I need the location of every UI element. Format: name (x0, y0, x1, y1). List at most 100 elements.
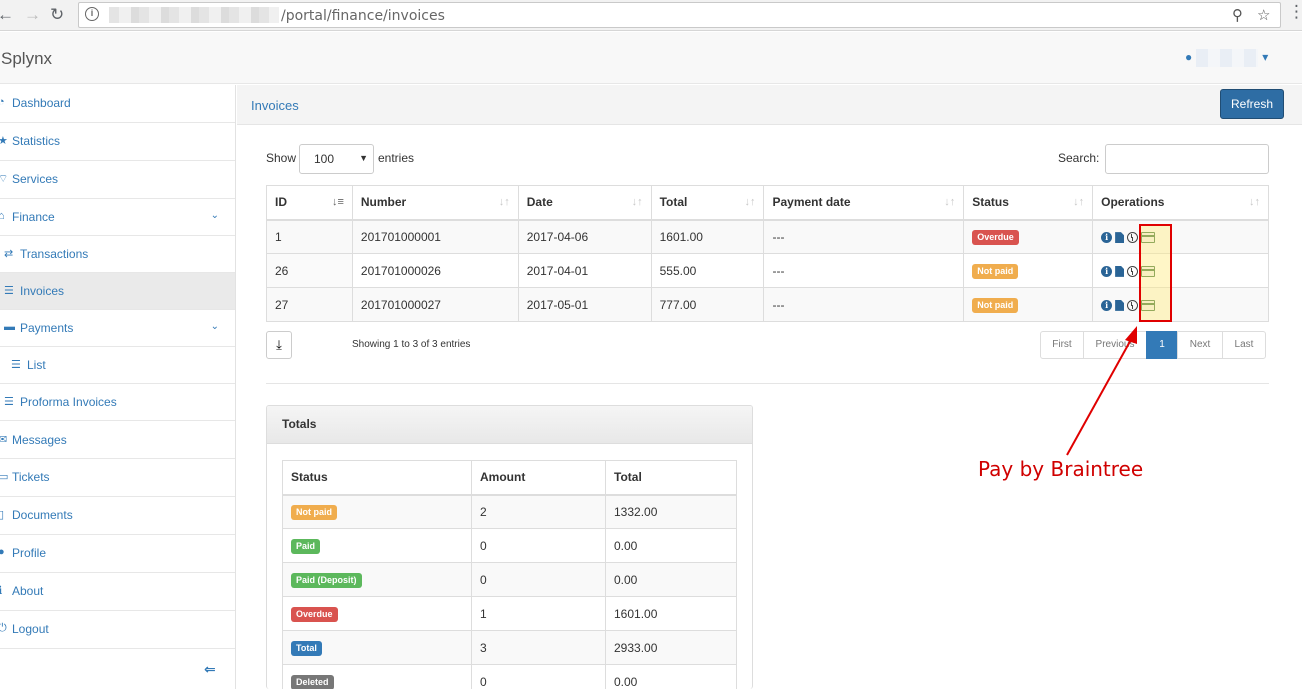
browser-menu-icon[interactable]: ⋮ (1288, 2, 1302, 22)
bank-icon: ⌂ (0, 210, 5, 222)
main-content: Invoices Refresh Show 100 ▼ entries Sear… (237, 85, 1302, 689)
totals-header-total: Total (605, 460, 737, 496)
sidebar-item-statistics[interactable]: ★ Statistics (0, 123, 235, 161)
envelope-icon: ✉ (0, 434, 8, 446)
column-header-operations[interactable]: Operations ↓↑ (1092, 185, 1269, 221)
forward-icon[interactable]: → (24, 5, 41, 25)
status-badge: Overdue (972, 229, 1019, 245)
sidebar-item-logout[interactable]: ⏻ Logout (0, 611, 235, 649)
pagination: First Previous 1 Next Last (1040, 331, 1266, 359)
column-header-date[interactable]: Date ↓↑ (517, 185, 652, 221)
pagination-first[interactable]: First (1040, 331, 1084, 359)
column-header-number[interactable]: Number ↓↑ (351, 185, 519, 221)
sidebar-item-transactions[interactable]: ⇄ Transactions (0, 236, 235, 273)
status-badge: Paid (291, 538, 321, 554)
column-header-status[interactable]: Status ↓↑ (963, 185, 1094, 221)
ticket-icon: ▭ (0, 471, 9, 483)
totals-title: Totals (267, 406, 752, 444)
reload-icon[interactable]: ↻ (50, 5, 64, 25)
back-icon[interactable]: ← (0, 5, 14, 25)
user-icon: ● (1185, 50, 1193, 65)
sidebar-item-finance[interactable]: ⌂ Finance ⌄ (0, 199, 235, 236)
sort-icon: ↓↑ (744, 196, 756, 208)
info-icon[interactable]: i (1101, 232, 1113, 244)
sidebar-item-services[interactable]: ⌔ Services (0, 161, 235, 199)
column-header-total[interactable]: Total ↓↑ (650, 185, 765, 221)
status-badge: Total (291, 640, 322, 656)
page-header: Invoices Refresh (237, 85, 1302, 125)
pagination-last[interactable]: Last (1222, 331, 1266, 359)
totals-panel: Totals Status Amount Total Not paid 2 13… (266, 405, 753, 689)
document-icon[interactable] (1115, 299, 1125, 311)
sidebar: ◔ Dashboard ★ Statistics ⌔ Services ⌂ Fi… (0, 85, 236, 689)
page-size-select[interactable]: 100 ▼ (299, 144, 374, 174)
table-row: 27 201701000027 2017-05-01 777.00 --- No… (266, 287, 1269, 322)
status-badge: Overdue (291, 606, 338, 622)
invoices-table: ID ↓≡ Number ↓↑ Date ↓↑ Total ↓↑ Payment dat… (266, 185, 1269, 322)
dashboard-icon: ◔ (0, 96, 5, 108)
bookmark-star-icon[interactable]: ☆ (1257, 6, 1270, 24)
refresh-button[interactable]: Refresh (1220, 89, 1284, 119)
sort-asc-icon: ↓≡ (331, 196, 344, 208)
sort-icon: ↓↑ (1073, 196, 1085, 208)
download-icon: ⤓ (276, 337, 282, 352)
exchange-icon: ⇄ (4, 248, 14, 260)
user-menu[interactable]: ● ▾ (1185, 49, 1268, 67)
document-icon[interactable] (1115, 265, 1125, 277)
sidebar-item-payments-list[interactable]: ☰ List (0, 347, 235, 384)
totals-table: Status Amount Total Not paid 2 1332.00 P… (282, 460, 737, 689)
annotation-highlight-box (1139, 224, 1172, 322)
sidebar-item-invoices[interactable]: ☰ Invoices (0, 273, 235, 310)
extension-icon[interactable]: ⚲ (1232, 6, 1243, 24)
status-badge: Not paid (291, 504, 337, 520)
info-icon[interactable]: i (1101, 299, 1113, 311)
sidebar-item-payments[interactable]: ▬ Payments ⌄ (0, 310, 235, 347)
sidebar-item-documents[interactable]: ▯ Documents (0, 497, 235, 535)
totals-header-amount: Amount (471, 460, 606, 496)
url-host-redacted (109, 7, 279, 23)
divider (266, 383, 1269, 384)
file-icon: ▯ (0, 509, 5, 521)
pagination-next[interactable]: Next (1177, 331, 1223, 359)
sort-icon: ↓↑ (498, 196, 510, 208)
sidebar-item-dashboard[interactable]: ◔ Dashboard (0, 85, 235, 123)
collapse-sidebar-icon[interactable]: ⇐ (204, 661, 216, 678)
sidebar-item-tickets[interactable]: ▭ Tickets (0, 459, 235, 497)
column-header-id[interactable]: ID ↓≡ (266, 185, 353, 221)
entries-label: entries (378, 151, 415, 165)
status-badge: Not paid (972, 263, 1019, 279)
history-icon[interactable] (1127, 232, 1139, 244)
info-icon: ℹ (0, 585, 3, 597)
app-header: Splynx ● ▾ (0, 32, 1302, 84)
info-icon[interactable]: i (1101, 265, 1113, 277)
caret-down-icon: ▼ (359, 153, 368, 163)
star-icon: ★ (0, 135, 8, 147)
table-row: Paid 0 0.00 (282, 528, 737, 563)
user-icon: ● (0, 546, 5, 558)
document-icon[interactable] (1115, 232, 1125, 244)
history-icon[interactable] (1127, 265, 1139, 277)
search-label: Search: (1058, 151, 1100, 165)
column-header-payment-date[interactable]: Payment date ↓↑ (763, 185, 965, 221)
search-input[interactable] (1105, 144, 1269, 174)
table-row: Overdue 1 1601.00 (282, 596, 737, 631)
sort-icon: ↓↑ (944, 196, 956, 208)
sidebar-item-about[interactable]: ℹ About (0, 573, 235, 611)
show-label: Show (266, 151, 297, 165)
chevron-down-icon: ⌄ (210, 210, 219, 221)
address-bar[interactable]: i /portal/finance/invoices ⚲ ☆ (78, 2, 1281, 28)
pagination-page-1[interactable]: 1 (1146, 331, 1178, 359)
page-title: Invoices (251, 98, 299, 113)
username-redacted (1196, 49, 1259, 67)
site-info-icon[interactable]: i (85, 7, 99, 21)
export-button[interactable]: ⤓ (266, 331, 292, 359)
wifi-icon: ⌔ (0, 173, 9, 185)
url-path: /portal/finance/invoices (281, 8, 445, 24)
pagination-previous[interactable]: Previous (1083, 331, 1147, 359)
status-badge: Paid (Deposit) (291, 572, 362, 588)
sidebar-item-messages[interactable]: ✉ Messages (0, 421, 235, 459)
history-icon[interactable] (1127, 299, 1139, 311)
sidebar-item-proforma-invoices[interactable]: ☰ Proforma Invoices (0, 384, 235, 421)
brand-logo[interactable]: Splynx (1, 49, 52, 69)
sidebar-item-profile[interactable]: ● Profile (0, 535, 235, 573)
